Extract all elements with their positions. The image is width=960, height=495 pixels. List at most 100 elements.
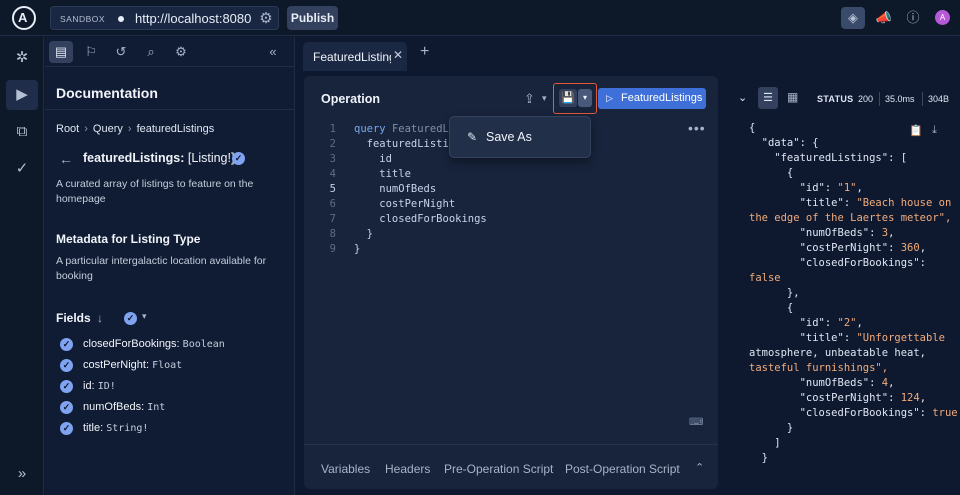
save-as-menu-item[interactable]: Save As [486, 130, 532, 144]
sort-arrow-icon[interactable]: ↓ [97, 311, 103, 325]
json-line: "costPerNight": 360, [749, 242, 927, 254]
json-line: "title": "Beach house on [749, 197, 952, 209]
metadata-title: Metadata for Listing Type [56, 232, 201, 246]
json-line: false [749, 272, 781, 284]
field-row-type[interactable]: Int [147, 402, 165, 413]
divider [922, 92, 923, 106]
list-view-icon[interactable]: ☰ [758, 87, 778, 109]
fields-title: Fields [56, 311, 91, 325]
back-arrow-icon[interactable]: ← [59, 151, 73, 167]
field-check-icon[interactable]: ✓ [60, 359, 73, 372]
history-icon[interactable]: ↺ [109, 41, 133, 63]
run-button-label: FeaturedListings [621, 92, 703, 104]
save-dropdown-menu: ✎ Save As [449, 116, 591, 158]
save-icon[interactable]: 💾 [559, 89, 577, 107]
gear-icon[interactable]: ⚙ [169, 41, 193, 63]
metadata-description: A particular intergalactic location avai… [56, 255, 267, 282]
connection-status-dot [118, 16, 124, 22]
json-line: the edge of the Laertes meteor", [749, 212, 952, 224]
clipboard-icon[interactable]: 📋 [909, 124, 923, 137]
endpoint-url-input[interactable]: http://localhost:8080/g [135, 11, 251, 26]
field-description: A curated array of listings to feature o… [56, 178, 254, 205]
json-line: "numOfBeds": 3, [749, 227, 895, 239]
expand-footer-chevron-up-icon[interactable]: ⌃ [695, 461, 704, 474]
endpoint-url-box[interactable]: SANDBOX http://localhost:8080/g ⚙ [50, 6, 279, 30]
bookmark-icon[interactable]: ⚐ [79, 41, 103, 63]
table-view-icon[interactable]: ▦ [787, 90, 798, 104]
field-row-type[interactable]: String! [106, 423, 148, 434]
collapse-chevron-down-icon[interactable]: ⌄ [738, 91, 747, 104]
json-line: ] [749, 437, 781, 449]
run-operation-button[interactable]: ▷ FeaturedListings [598, 88, 706, 109]
apollo-logo[interactable]: A [12, 6, 36, 30]
field-row-type[interactable]: ID! [98, 381, 116, 392]
status-label: STATUS [817, 94, 854, 104]
add-tab-icon[interactable]: + [420, 43, 429, 61]
layers-icon[interactable]: ◈ [841, 7, 865, 29]
field-check-icon[interactable]: ✓ [60, 338, 73, 351]
publish-button[interactable]: Publish [287, 6, 338, 30]
field-check-icon[interactable]: ✓ [60, 380, 73, 393]
tab-variables[interactable]: Variables [321, 462, 370, 476]
json-line: } [749, 452, 768, 464]
operation-footer: Variables Headers Pre-Operation Script P… [304, 444, 718, 489]
json-line: }, [749, 287, 800, 299]
download-icon[interactable]: ⤓ [932, 124, 937, 137]
field-row-name: numOfBeds: [83, 401, 145, 413]
collapse-icon[interactable]: « [261, 41, 285, 63]
tab-pre-operation-script[interactable]: Pre-Operation Script [444, 462, 553, 476]
more-options-icon[interactable]: ••• [688, 120, 706, 136]
divider [879, 92, 880, 106]
json-line: "title": "Unforgettable [749, 332, 945, 344]
sandbox-badge: SANDBOX [60, 14, 106, 24]
share-icon[interactable]: ⇪ [524, 91, 535, 107]
docs-icon[interactable]: ▤ [49, 41, 73, 63]
operation-tabs-bar: FeaturedListings ✕ + [296, 37, 726, 73]
megaphone-icon[interactable]: 📣 [872, 7, 896, 29]
close-icon[interactable]: ✕ [393, 48, 403, 62]
json-line: "closedForBookings": true [749, 407, 958, 419]
field-check-icon[interactable]: ✓ [60, 422, 73, 435]
field-name: featuredListings: [83, 151, 185, 165]
docs-title: Documentation [56, 85, 158, 101]
search-icon[interactable]: ⌕ [139, 41, 163, 63]
tab-featuredlistings[interactable]: FeaturedListings ✕ [303, 42, 407, 71]
response-panel: ⌄ ☰ ▦ STATUS 200 35.0ms 304B 📋 ⤓ { "data… [726, 76, 960, 495]
json-line: "id": "2", [749, 317, 863, 329]
connection-settings-gear-icon[interactable]: ⚙ [257, 10, 275, 28]
share-chevron-down-icon[interactable]: ▾ [542, 93, 547, 104]
avatar[interactable]: A [935, 10, 950, 25]
field-selected-check-icon[interactable]: ✓ [232, 152, 245, 165]
field-title: featuredListings: [Listing!]! [83, 151, 238, 165]
field-type[interactable]: [Listing!]! [188, 151, 238, 165]
json-line: tasteful furnishings", [749, 362, 889, 374]
left-rail: ✲ ▶ ⧉ ✓ » [0, 37, 44, 495]
expand-icon[interactable]: » [6, 459, 38, 489]
json-line: "costPerNight": 124, [749, 392, 927, 404]
json-line: "featuredListings": [ [749, 152, 908, 164]
documentation-panel: ▤ ⚐ ↺ ⌕ ⚙ « Documentation Root › Query › fea… [45, 37, 295, 495]
checkmark-icon[interactable]: ✓ [6, 154, 38, 184]
play-icon: ▷ [606, 93, 613, 103]
save-chevron-down-icon[interactable]: ▾ [578, 89, 592, 107]
keyboard-icon[interactable]: ⌨ [689, 417, 703, 428]
breadcrumb-root[interactable]: Root [56, 123, 79, 135]
help-icon[interactable]: ⓘ [901, 7, 925, 29]
json-line: atmosphere, unbeatable heat, [749, 347, 927, 359]
field-check-icon[interactable]: ✓ [60, 401, 73, 414]
tab-post-operation-script[interactable]: Post-Operation Script [565, 462, 680, 476]
field-row-type[interactable]: Boolean [183, 339, 225, 350]
copy-icon[interactable]: ⧉ [6, 117, 38, 147]
explorer-play-icon[interactable]: ▶ [6, 80, 38, 110]
graph-icon[interactable]: ✲ [6, 43, 38, 73]
chevron-down-icon[interactable]: ▾ [142, 311, 147, 322]
field-row-name: id: [83, 380, 95, 392]
breadcrumb-current: featuredListings [136, 123, 215, 135]
breadcrumb-query[interactable]: Query [93, 123, 123, 135]
select-all-check-icon[interactable]: ✓ [124, 312, 137, 325]
status-code: 200 [858, 94, 874, 104]
field-row-type[interactable]: Float [152, 360, 182, 371]
tab-headers[interactable]: Headers [385, 462, 430, 476]
field-row-name: title: [83, 422, 104, 434]
tab-label: FeaturedListings [313, 50, 391, 64]
